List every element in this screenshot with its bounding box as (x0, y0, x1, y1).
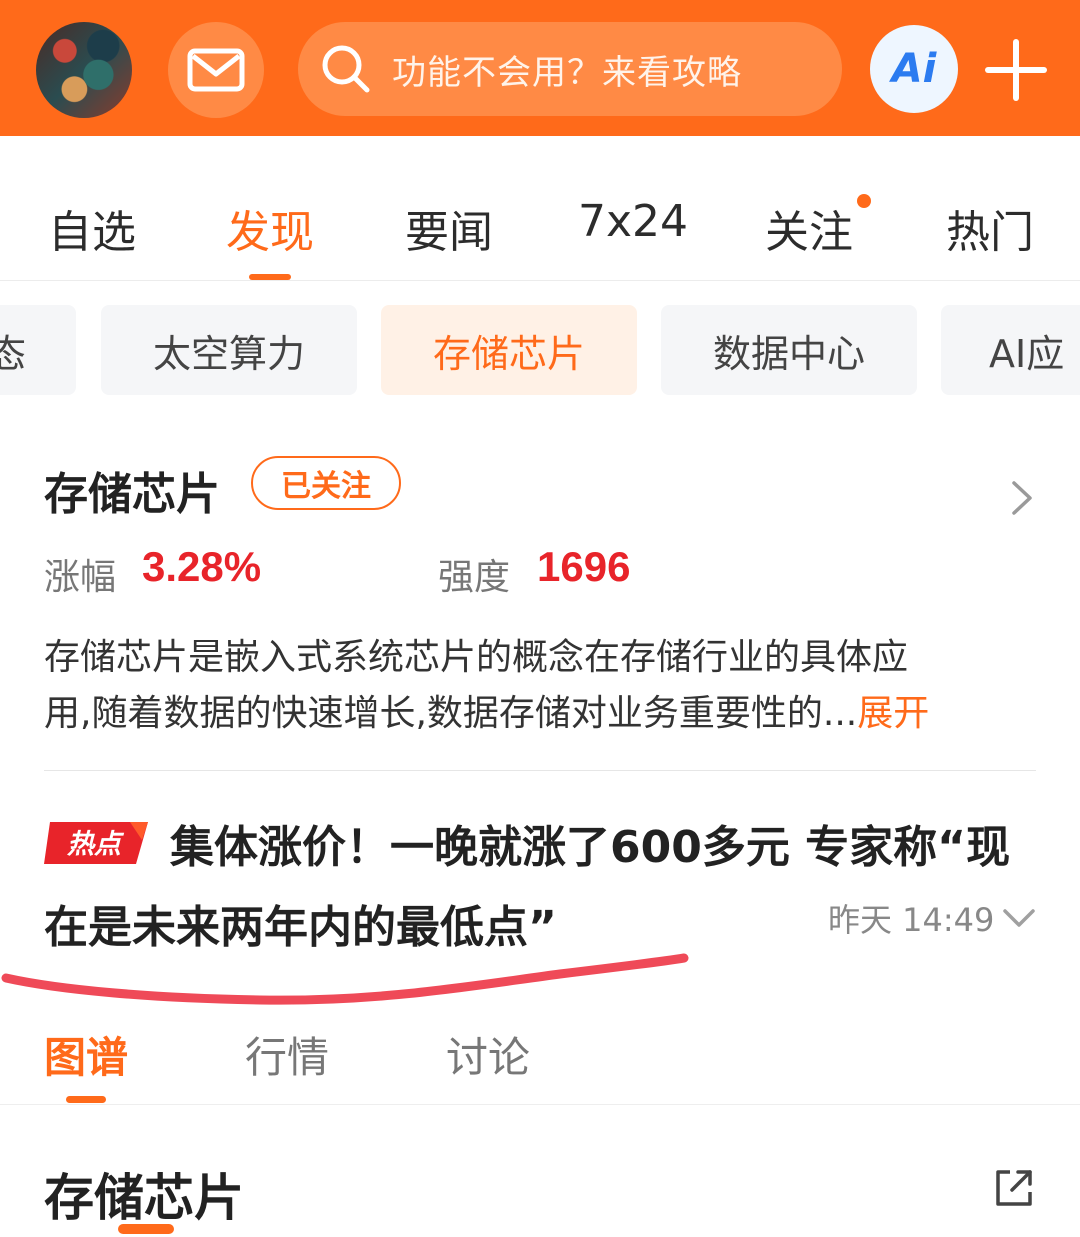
search-icon (320, 43, 372, 95)
external-link-icon[interactable] (994, 1168, 1034, 1208)
sub-tabs: 图谱 行情 讨论 (0, 1000, 1080, 1105)
ai-assistant-button[interactable]: Ai (870, 25, 958, 113)
change-value: 3.28% (142, 543, 262, 590)
tab-market[interactable]: 行情 (245, 1024, 329, 1085)
tab-following[interactable]: 关注 (765, 196, 853, 260)
tab-graph[interactable]: 图谱 (44, 1024, 128, 1085)
tab-hot[interactable]: 热门 (946, 196, 1034, 260)
description-line-1: 存储芯片是嵌入式系统芯片的概念在存储行业的具体应 (44, 637, 909, 678)
tab-watchlist[interactable]: 自选 (48, 196, 136, 260)
search-placeholder: 功能不会用？来看攻略 (392, 52, 742, 93)
main-tabs: 自选 发现 要闻 7x24 关注 热门 (0, 136, 1080, 281)
tab-discover[interactable]: 发现 (226, 196, 314, 260)
chip-data-center[interactable]: 数据中心 (661, 305, 917, 395)
tab-discussion[interactable]: 讨论 (446, 1024, 530, 1085)
chevron-down-icon[interactable] (1002, 905, 1036, 931)
expand-link[interactable]: 展开 (857, 693, 929, 734)
divider (44, 770, 1036, 771)
strength-value: 1696 (537, 543, 631, 590)
search-bar[interactable]: 功能不会用？来看攻略 (298, 22, 842, 116)
chip-partial-left[interactable]: 态 (0, 305, 76, 395)
ai-icon: Ai (891, 46, 937, 92)
mail-button[interactable] (168, 22, 264, 118)
chip-ai-app[interactable]: AI应 (941, 305, 1080, 395)
topic-description: 存储芯片是嵌入式系统芯片的概念在存储行业的具体应 用,随着数据的快速增长,数据存… (44, 630, 1034, 742)
top-bar: 功能不会用？来看攻略 Ai (0, 0, 1080, 136)
tab-7x24[interactable]: 7x24 (578, 196, 688, 247)
news-time: 昨天 14:49 (828, 901, 995, 939)
plus-icon[interactable] (984, 38, 1048, 102)
description-line-2: 用,随着数据的快速增长,数据存储对业务重要性的...展开 (44, 693, 930, 734)
follow-button[interactable]: 已关注 (251, 456, 401, 510)
sub-tab-indicator (66, 1096, 106, 1103)
mail-icon (187, 48, 245, 92)
tab-news[interactable]: 要闻 (405, 196, 493, 260)
topic-title: 存储芯片 (44, 469, 220, 520)
avatar[interactable] (36, 22, 132, 118)
tab-indicator (249, 274, 291, 280)
notification-dot (857, 194, 871, 208)
strength-label: 强度 (438, 557, 511, 598)
change-label: 涨幅 (44, 557, 117, 598)
chevron-right-icon[interactable] (1006, 478, 1036, 518)
chip-storage-chips[interactable]: 存储芯片 (381, 305, 637, 395)
section-underline (118, 1224, 174, 1234)
chip-space-computing[interactable]: 太空算力 (101, 305, 357, 395)
section-title: 存储芯片 (44, 1169, 244, 1227)
topic-chips: 态 太空算力 存储芯片 数据中心 AI应 (0, 305, 1080, 395)
